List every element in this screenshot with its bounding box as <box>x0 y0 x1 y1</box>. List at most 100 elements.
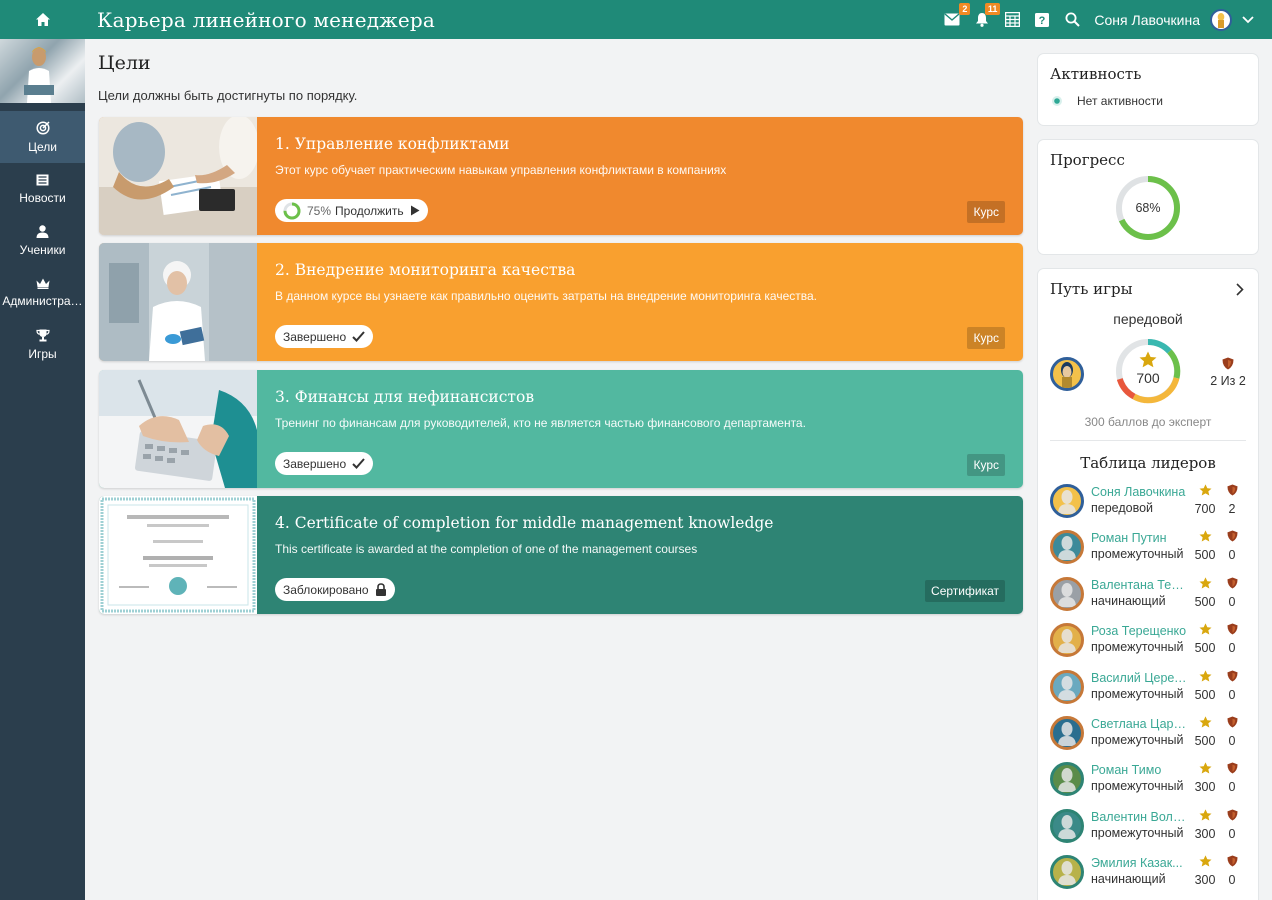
progress-value: 68% <box>1135 201 1161 215</box>
avatar[interactable] <box>1050 762 1084 797</box>
shield-icon <box>1227 855 1238 867</box>
leaderboard-row[interactable]: Эмилия Казак... начинающий 300 0 <box>1050 855 1248 900</box>
leaderboard-row[interactable]: Соня Лавочкина передовой 700 2 <box>1050 484 1248 530</box>
star-icon <box>1199 855 1212 867</box>
leaderboard-row[interactable]: Светлана Царе... промежуточный 500 0 <box>1050 716 1248 762</box>
continue-button[interactable]: 75% Продолжить <box>275 199 428 222</box>
home-button[interactable] <box>0 0 85 39</box>
leader-points: 500 <box>1194 734 1216 748</box>
shield-icon <box>1227 762 1238 774</box>
goal-card-2[interactable]: 2. Внедрение мониторинга качества В данн… <box>99 243 1023 361</box>
shield-icon <box>1227 530 1238 542</box>
leader-name[interactable]: Роза Терещенко <box>1091 624 1187 638</box>
sidebar-item-news[interactable]: Новости <box>0 163 85 215</box>
leaderboard-row[interactable]: Роман Тимо промежуточный 300 0 <box>1050 762 1248 808</box>
goal-title[interactable]: 3. Финансы для нефинансистов <box>275 388 1005 406</box>
game-path-title[interactable]: Путь игры <box>1050 280 1133 298</box>
leader-name[interactable]: Соня Лавочкина <box>1091 485 1187 499</box>
leaderboard-row[interactable]: Роман Путин промежуточный 500 0 <box>1050 530 1248 576</box>
leader-name[interactable]: Валентин Воло... <box>1091 810 1187 824</box>
goal-image <box>99 117 257 235</box>
sidebar-item-label: Ученики <box>19 243 66 257</box>
notifications-button[interactable]: 11 <box>972 2 1001 30</box>
leader-points: 500 <box>1194 641 1216 656</box>
avatar[interactable] <box>1050 623 1084 658</box>
goal-type-tag: Курс <box>967 327 1005 349</box>
help-button[interactable]: ? <box>1032 10 1052 30</box>
status-label: Завершено <box>283 329 347 344</box>
avatar[interactable] <box>1050 669 1084 704</box>
top-bar: Карьера линейного менеджера 2 11 ? Соня … <box>0 0 1272 39</box>
leaderboard-row[interactable]: Василий Церет... промежуточный 500 0 <box>1050 669 1248 716</box>
target-icon <box>35 120 50 135</box>
goal-card-4[interactable]: 4. Certificate of completion for middle … <box>99 496 1023 614</box>
chevron-down-icon[interactable] <box>1242 15 1254 24</box>
points-value: 700 <box>1136 370 1160 386</box>
leader-badges: 0 <box>1228 594 1236 609</box>
current-level: передовой <box>1113 311 1183 327</box>
leader-points: 500 <box>1194 548 1216 563</box>
leaderboard-row[interactable]: Роза Терещенко промежуточный 500 0 <box>1050 623 1248 669</box>
badges-count: 2 Из 2 <box>1210 374 1246 388</box>
leader-badges: 0 <box>1228 780 1236 795</box>
goal-title[interactable]: 4. Certificate of completion for middle … <box>275 514 1005 532</box>
shield-icon <box>1227 716 1238 728</box>
sidebar-item-goals[interactable]: Цели <box>0 111 85 163</box>
shield-icon <box>1227 623 1238 635</box>
leaderboard-row[interactable]: Валентин Воло... промежуточный 300 0 <box>1050 808 1248 855</box>
goal-image <box>99 496 257 614</box>
messages-button[interactable]: 2 <box>942 2 971 30</box>
leader-level: промежуточный <box>1091 686 1184 701</box>
leader-name[interactable]: Эмилия Казак... <box>1091 856 1187 870</box>
avatar[interactable] <box>1050 530 1084 565</box>
leader-name[interactable]: Василий Церет... <box>1091 671 1187 685</box>
avatar[interactable] <box>1050 808 1084 843</box>
goal-card-1[interactable]: 1. Управление конфликтами Этот курс обуч… <box>99 117 1023 235</box>
leader-name[interactable]: Светлана Царе... <box>1091 717 1187 731</box>
star-icon <box>1199 577 1212 589</box>
progress-ring-icon <box>283 202 301 219</box>
locked-status: Заблокировано <box>275 578 395 601</box>
leader-name[interactable]: Роман Тимо <box>1091 763 1187 777</box>
leader-name[interactable]: Валентана Тер... <box>1091 578 1187 592</box>
chevron-right-icon[interactable] <box>1236 283 1244 296</box>
avatar[interactable] <box>1050 484 1084 518</box>
leader-points: 700 <box>1194 502 1216 516</box>
completed-status: Завершено <box>275 325 374 348</box>
news-icon <box>36 174 49 185</box>
user-level-avatar <box>1050 357 1084 391</box>
calendar-button[interactable] <box>1002 10 1022 30</box>
goal-type-tag: Сертификат <box>925 580 1005 602</box>
goal-description: В данном курсе вы узнаете как правильно … <box>275 289 818 303</box>
avatar[interactable] <box>1050 716 1084 750</box>
goal-title[interactable]: 1. Управление конфликтами <box>275 135 1005 153</box>
goal-card-3[interactable]: 3. Финансы для нефинансистов Тренинг по … <box>99 370 1023 488</box>
avatar[interactable] <box>1050 576 1084 611</box>
checkmark-icon <box>352 331 365 342</box>
sidebar-item-admin[interactable]: Администра… <box>0 267 85 319</box>
goal-title[interactable]: 2. Внедрение мониторинга качества <box>275 261 1005 279</box>
sidebar-item-label: Цели <box>28 139 57 154</box>
sidebar-item-students[interactable]: Ученики <box>0 215 85 267</box>
star-icon <box>1199 669 1212 682</box>
sidebar-item-label: Игры <box>28 347 57 361</box>
avatar[interactable] <box>1050 855 1084 890</box>
sidebar-item-label: Новости <box>19 190 66 205</box>
continue-label: Продолжить <box>335 203 404 218</box>
progress-label: 75% <box>307 203 332 218</box>
status-label: Заблокировано <box>283 582 369 597</box>
sidebar-item-games[interactable]: Игры <box>0 319 85 371</box>
leaderboard-row[interactable]: Валентана Тер... начинающий 500 0 <box>1050 576 1248 623</box>
messages-badge: 2 <box>959 2 971 15</box>
page-title: Цели <box>98 52 151 74</box>
leader-name[interactable]: Роман Путин <box>1091 531 1187 545</box>
search-button[interactable] <box>1062 10 1082 30</box>
leader-badges: 0 <box>1228 548 1236 563</box>
leader-level: промежуточный <box>1091 779 1184 794</box>
completed-status: Завершено <box>275 452 374 475</box>
shield-icon <box>1227 577 1238 589</box>
user-avatar[interactable] <box>1210 8 1232 31</box>
user-name[interactable]: Соня Лавочкина <box>1094 12 1200 28</box>
star-icon <box>1139 351 1157 368</box>
progress-title: Прогресс <box>1050 151 1125 169</box>
